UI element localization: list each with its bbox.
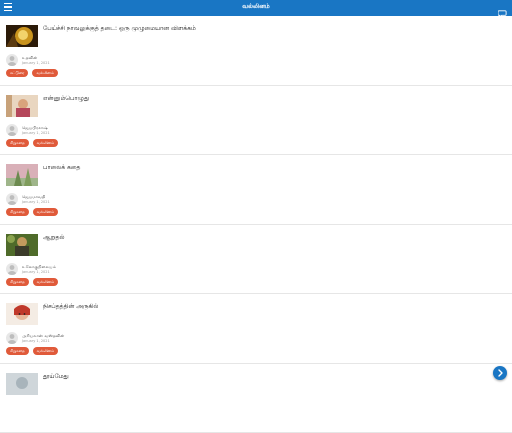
post-thumbnail[interactable] bbox=[6, 234, 38, 256]
list-item[interactable]: என்னும்பொழுது ஜெயபிரகாஷ் January 1, 2021… bbox=[0, 86, 512, 156]
avatar bbox=[6, 263, 18, 275]
tag-badge[interactable]: சிறுகதை bbox=[6, 139, 29, 147]
post-thumbnail[interactable] bbox=[6, 95, 38, 117]
post-date: January 1, 2021 bbox=[22, 131, 50, 135]
tag-badge[interactable]: சிறுகதை bbox=[6, 347, 29, 355]
avatar bbox=[6, 54, 18, 66]
tag-list: சிறுகதை வல்லினம் bbox=[6, 139, 58, 147]
post-date: January 1, 2021 bbox=[22, 339, 50, 343]
post-title[interactable]: ஆறுதல் bbox=[43, 234, 65, 242]
tag-badge[interactable]: வல்லினம் bbox=[33, 208, 58, 216]
tag-list: கட்டுரை வல்லினம் bbox=[6, 69, 58, 77]
avatar bbox=[6, 124, 18, 136]
tag-badge[interactable]: சிறுகதை bbox=[6, 278, 29, 286]
list-item[interactable]: பேய்ச்சி நாவலுக்குத் தடை: ஒரு முழுமையான … bbox=[0, 16, 512, 86]
list-item[interactable]: ஆறுதல் உலோகுநிலையம் January 1, 2021 சிறு… bbox=[0, 225, 512, 295]
post-date: January 1, 2021 bbox=[22, 61, 50, 65]
chevron-right-icon[interactable] bbox=[493, 366, 507, 380]
list-item[interactable]: பாலைக் கதை ஜெயமாவதி January 1, 2021 சிறு… bbox=[0, 155, 512, 225]
tag-badge[interactable]: கட்டுரை bbox=[6, 69, 28, 77]
post-list: பேய்ச்சி நாவலுக்குத் தடை: ஒரு முழுமையான … bbox=[0, 16, 512, 433]
tag-badge[interactable]: வல்லினம் bbox=[33, 278, 58, 286]
post-thumbnail[interactable] bbox=[6, 25, 38, 47]
app-bar: வல்லினம் bbox=[0, 0, 512, 16]
post-title[interactable]: பேய்ச்சி நாவலுக்குத் தடை: ஒரு முழுமையான … bbox=[43, 25, 196, 33]
post-title[interactable]: நிசப்தத்தின் அருகில் bbox=[43, 303, 98, 311]
tag-list: சிறுகதை வல்லினம் bbox=[6, 347, 58, 355]
post-title[interactable]: என்னும்பொழுது bbox=[43, 95, 89, 103]
tag-badge[interactable]: வல்லினம் bbox=[32, 69, 57, 77]
tag-badge[interactable]: சிறுகதை bbox=[6, 208, 29, 216]
post-title[interactable]: தூய்மேது bbox=[43, 373, 69, 381]
list-item[interactable]: தூய்மேது bbox=[0, 364, 512, 433]
avatar bbox=[6, 332, 18, 344]
post-title[interactable]: பாலைக் கதை bbox=[43, 164, 80, 172]
tag-badge[interactable]: வல்லினம் bbox=[33, 347, 58, 355]
list-item[interactable]: நிசப்தத்தின் அருகில் அரியலான் வஸ்தவின் J… bbox=[0, 294, 512, 364]
chat-icon[interactable] bbox=[498, 3, 507, 12]
post-thumbnail[interactable] bbox=[6, 303, 38, 325]
avatar bbox=[6, 193, 18, 205]
tag-badge[interactable]: வல்லினம் bbox=[33, 139, 58, 147]
tag-list: சிறுகதை வல்லினம் bbox=[6, 278, 58, 286]
post-thumbnail[interactable] bbox=[6, 164, 38, 186]
app-title: வல்லினம் bbox=[0, 3, 512, 11]
tag-list: சிறுகதை வல்லினம் bbox=[6, 208, 58, 216]
post-date: January 1, 2021 bbox=[22, 200, 50, 204]
post-date: January 1, 2021 bbox=[22, 270, 50, 274]
